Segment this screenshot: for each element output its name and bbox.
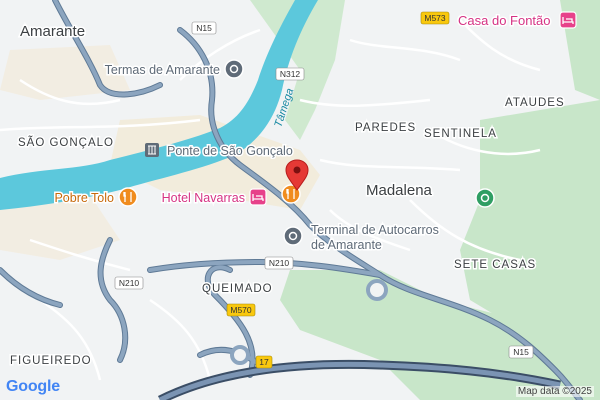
poi-terminal-label-2: de Amarante — [311, 238, 382, 252]
road-shield-m573: M573 — [420, 11, 450, 25]
place-sao-goncalo: SÃO GONÇALO — [18, 136, 114, 149]
restaurant-icon — [118, 187, 138, 207]
road-shield-n15-top: N15 — [191, 21, 217, 35]
road-label-n210-mid: N210 — [269, 258, 290, 268]
attraction-icon — [224, 59, 244, 79]
place-queimado: QUEIMADO — [202, 283, 273, 295]
road-shield-a4: 17 — [255, 355, 273, 369]
google-logo-text: Google — [6, 378, 60, 395]
road-label-m570: M570 — [230, 305, 252, 315]
poi-hotel-navarras[interactable]: Hotel Navarras — [160, 188, 267, 207]
roundabout-south — [230, 345, 250, 365]
poi-park[interactable] — [475, 188, 495, 208]
place-ataudes: ATAUDES — [505, 97, 565, 109]
place-paredes: PAREDES — [355, 122, 416, 134]
place-madalena: Madalena — [366, 182, 433, 199]
road-shield-n210-left: N210 — [114, 276, 144, 290]
google-logo[interactable]: Google — [6, 378, 60, 396]
road-label-a4: 17 — [259, 357, 269, 367]
road-shield-n15-bottom: N15 — [508, 345, 534, 359]
road-shield-n210-mid: N210 — [264, 256, 294, 270]
road-label-m573: M573 — [424, 13, 446, 23]
place-figueiredo: FIGUEIREDO — [10, 355, 92, 367]
map-attribution-text: Map data ©2025 — [517, 386, 592, 397]
map-attribution[interactable]: Map data ©2025 — [515, 386, 594, 397]
bus-station-icon — [283, 226, 303, 246]
poi-ponte[interactable]: Ponte de São Gonçalo — [145, 143, 294, 160]
place-sete-casas: SETE CASAS — [454, 259, 536, 271]
poi-casa-fontao-label: Casa do Fontão — [458, 13, 551, 28]
road-shield-m570: M570 — [226, 303, 256, 317]
road-label-n15-top: N15 — [196, 23, 212, 33]
roundabout-east — [366, 279, 388, 301]
poi-pobre-tolo[interactable]: Pobre Tolo — [53, 187, 138, 207]
place-amarante: Amarante — [20, 23, 85, 40]
poi-ponte-label: Ponte de São Gonçalo — [167, 144, 293, 158]
poi-terminal-label-1: Terminal de Autocarros — [311, 223, 439, 237]
road-label-n210-left: N210 — [119, 278, 140, 288]
road-shield-n312: N312 — [275, 67, 305, 81]
road-label-n312: N312 — [280, 69, 301, 79]
poi-pobre-tolo-label: Pobre Tolo — [54, 191, 114, 205]
landmark-icon-columns — [148, 145, 156, 155]
place-sentinela: SENTINELA — [424, 128, 497, 140]
location-pin-dot — [293, 166, 301, 174]
map-canvas[interactable]: N15 N312 M573 N210 N210 M570 17 N15 Tâme… — [0, 0, 600, 400]
poi-hotel-navarras-label: Hotel Navarras — [162, 191, 245, 205]
poi-termas-label: Termas de Amarante — [105, 63, 220, 77]
park-icon — [475, 188, 495, 208]
road-label-n15-bottom: N15 — [513, 347, 529, 357]
